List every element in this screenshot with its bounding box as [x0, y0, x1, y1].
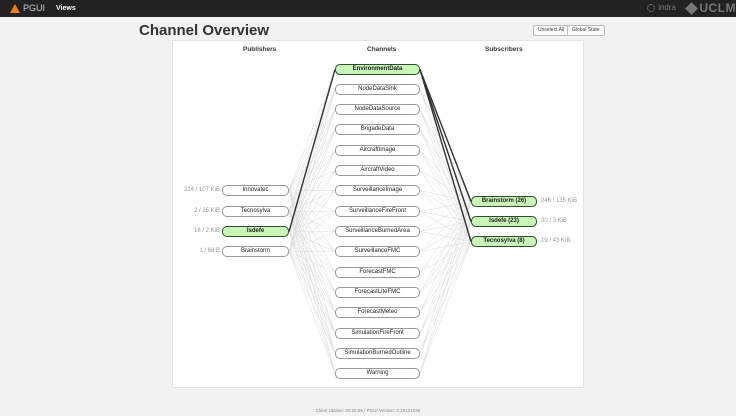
subscriber-size: 19 / 43 KiB: [541, 238, 571, 244]
publisher-node[interactable]: Brainstorm: [222, 246, 289, 257]
channel-node[interactable]: AircraftImage: [335, 145, 420, 156]
subscriber-node[interactable]: Brainstorm (26): [471, 196, 537, 207]
channel-node[interactable]: Warning: [335, 368, 420, 379]
channel-node[interactable]: ForecastLiteFMC: [335, 287, 420, 298]
subscriber-size: 30 / 3 KiB: [541, 218, 568, 224]
publisher-size: 2 / 25 KiB: [193, 208, 220, 214]
publisher-size: 16 / 2 KiB: [193, 228, 220, 234]
channel-node[interactable]: SurveillanceImage: [335, 185, 420, 196]
publisher-node[interactable]: Isdefe: [222, 226, 289, 237]
subscribers-header: Subscribers: [485, 46, 523, 53]
publisher-size: 1 / 68 B: [199, 248, 220, 254]
channel-node[interactable]: BrigadeData: [335, 124, 420, 135]
channel-node[interactable]: NodeDataSource: [335, 104, 420, 115]
channel-node[interactable]: NodeDataSink: [335, 84, 420, 95]
channel-node[interactable]: SurveillanceFMC: [335, 246, 420, 257]
channel-node[interactable]: SurveillanceFireFront: [335, 206, 420, 217]
channels-header: Channels: [367, 46, 397, 53]
channel-node[interactable]: ForecastFMC: [335, 267, 420, 278]
publishers-header: Publishers: [243, 46, 277, 53]
subscriber-node[interactable]: Tecnosylva (8): [471, 236, 537, 247]
channel-node[interactable]: SurveillanceBurnedArea: [335, 226, 420, 237]
channel-node[interactable]: AircraftVideo: [335, 165, 420, 176]
publisher-size: 214 / 107 KiB: [183, 187, 220, 193]
channel-node[interactable]: EnvironmentData: [335, 64, 420, 75]
footer-status: Client Uptime: 00:26:59 / PGUI Version: …: [315, 408, 421, 413]
channel-node[interactable]: SimulationFireFront: [335, 328, 420, 339]
publisher-node[interactable]: Tecnosylva: [222, 206, 289, 217]
channel-node[interactable]: ForecastMeteo: [335, 307, 420, 318]
channel-node[interactable]: SimulationBurnedOutline: [335, 348, 420, 359]
publisher-node[interactable]: Innovatec: [222, 185, 289, 196]
subscriber-node[interactable]: Isdefe (23): [471, 216, 537, 227]
subscriber-size: 246 / 135 KiB: [541, 198, 578, 204]
